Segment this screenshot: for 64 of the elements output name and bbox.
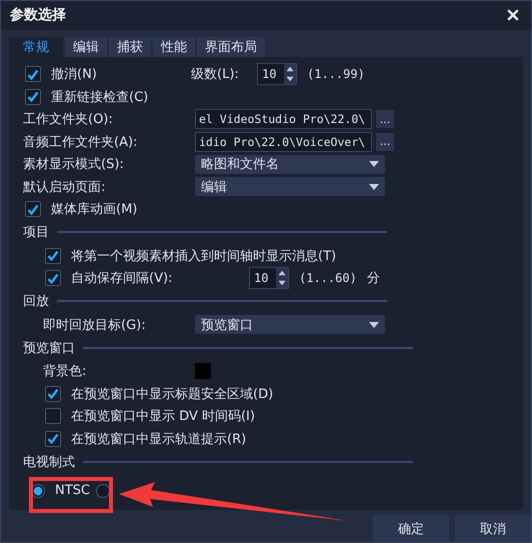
dropdown-arrow-icon [369,184,379,190]
field-label: 素材显示模式(S): [23,156,125,174]
tab[interactable]: 常规 [9,36,63,57]
check-icon [47,388,59,400]
checkbox[interactable] [45,386,61,402]
path-field[interactable]: el VideoStudio Pro\22.0\ [195,109,372,130]
checkbox[interactable] [45,408,61,424]
spin-arrows-icon [284,64,296,84]
dropdown-arrow-icon [369,322,379,328]
field-label: 音频工作文件夹(A): [23,134,138,151]
checkbox-label: 自动保存间隔(V): [71,270,174,288]
tab[interactable]: 捕获 [109,36,151,57]
tab[interactable]: 界面布局 [197,36,265,57]
field-label: 级数(L): [191,66,240,84]
radio-label: NTSC [55,483,90,498]
section-title: 项目 [23,224,49,242]
dropdown-arrow-icon [369,161,379,168]
browse-button[interactable]: ... [376,110,394,128]
checkbox-label: 重新链接检查(C) [51,88,148,106]
checkbox[interactable] [45,430,61,447]
field-label: 工作文件夹(O): [23,111,114,128]
check-icon [27,68,39,80]
checkbox[interactable] [25,66,41,82]
checkbox[interactable] [45,270,61,286]
checkbox-label: 在预览窗口中显示 DV 时间码(I) [71,408,255,426]
tab[interactable]: 性能 [153,36,195,57]
dropdown[interactable]: 编辑 [195,177,385,196]
check-icon [47,250,59,262]
range-text: (1...99) [307,67,365,82]
close-icon [507,9,519,22]
range-text: (1...60) [299,271,357,286]
checkbox-label: 将第一个视频素材插入到时间轴时显示消息(T) [71,248,336,265]
close-button[interactable] [505,7,521,24]
tab[interactable]: 编辑 [65,36,107,57]
field-label: 背景色: [43,363,88,380]
checkbox-label: 在预览窗口中显示标题安全区域(D) [71,386,274,403]
section-title: 电视制式 [23,454,75,471]
field-label: 默认启动页面: [23,178,106,196]
check-icon [47,433,59,444]
checkbox-label: 媒体库动画(M) [51,201,138,218]
radio-button[interactable] [96,484,110,498]
section-title: 预览窗口 [23,340,75,357]
window-title: 参数选择 [10,6,66,24]
path-field[interactable]: idio Pro\22.0\VoiceOver\ [195,132,372,152]
checkbox[interactable] [25,201,41,218]
checkbox[interactable] [45,248,61,264]
check-icon [47,272,59,284]
spin-field[interactable]: 10 [257,63,297,86]
checkbox-label: 撤消(N) [51,66,98,84]
check-icon [27,204,39,215]
dialog-button[interactable]: 取消 [455,515,531,542]
unit-text: 分 [366,270,380,288]
dialog-button[interactable]: 确定 [373,515,449,542]
spin-arrows-icon [276,268,288,288]
dropdown[interactable]: 预览窗口 [195,315,385,334]
browse-button[interactable]: ... [376,132,394,151]
color-swatch[interactable] [195,363,211,380]
spin-field[interactable]: 10 [249,267,289,290]
field-label: 即时回放目标(G): [43,316,147,334]
checkbox-label: 在预览窗口中显示轨道提示(R) [71,430,246,448]
checkbox[interactable] [25,88,41,105]
dropdown[interactable]: 略图和文件名 [195,154,385,174]
check-icon [27,91,39,102]
section-title: 回放 [23,293,49,310]
